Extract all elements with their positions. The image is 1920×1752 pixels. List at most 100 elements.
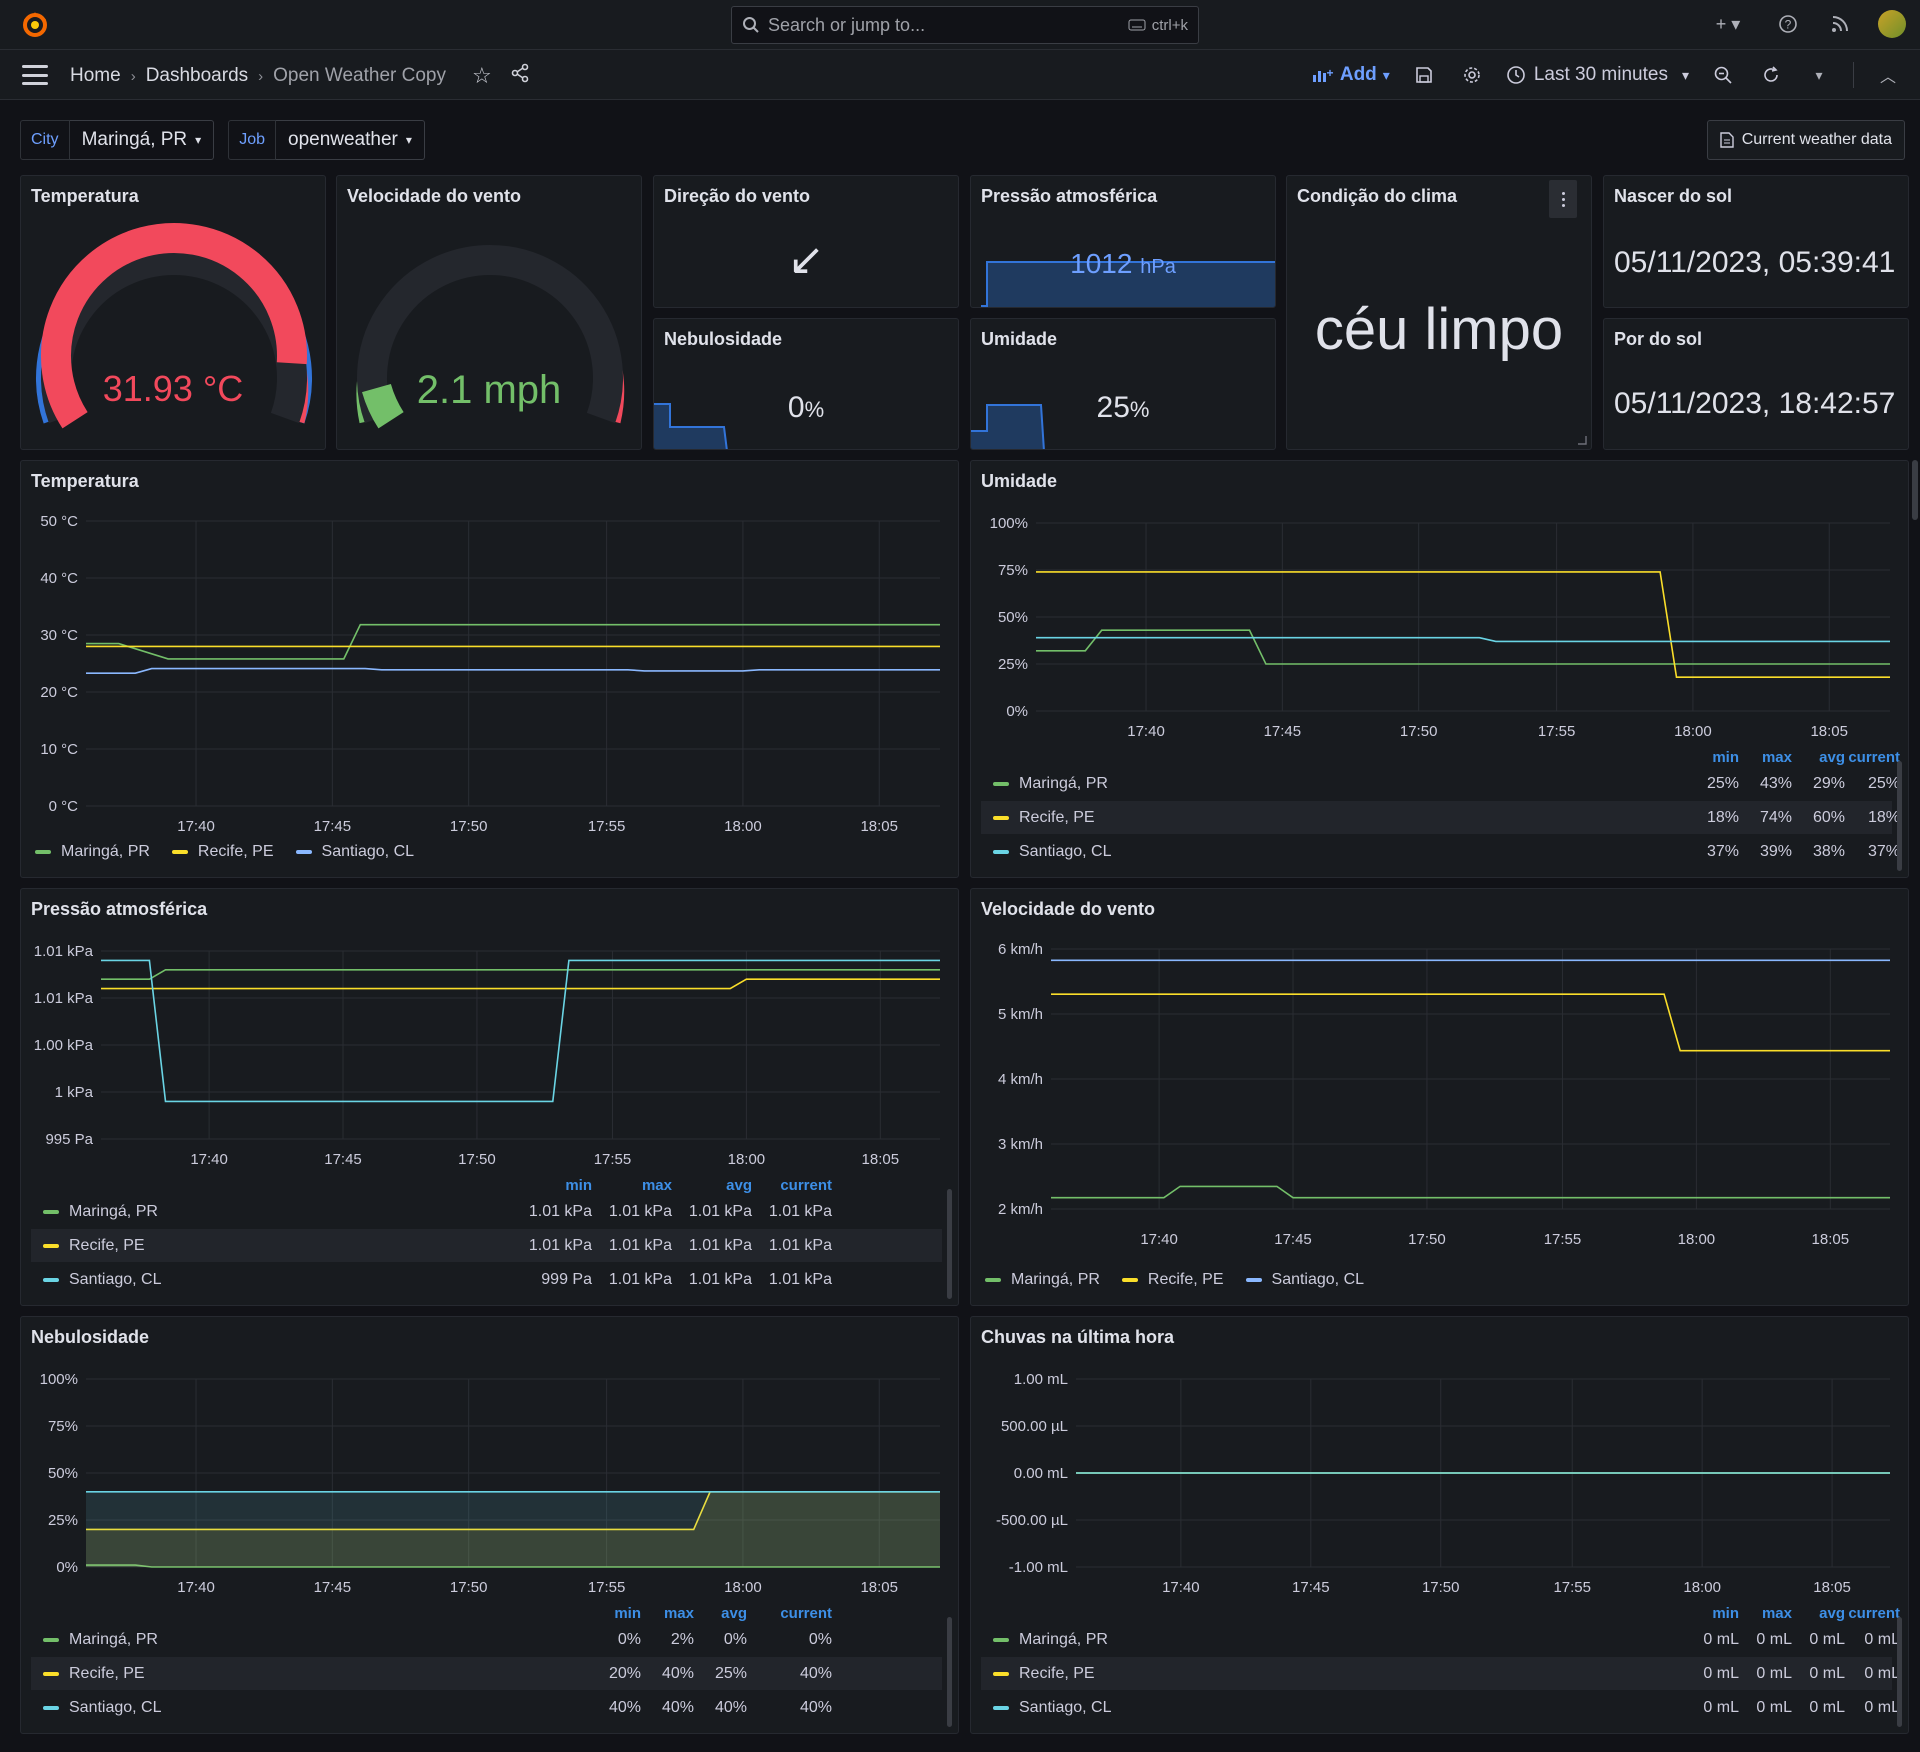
legend-value-avg: 60% — [1812, 808, 1845, 826]
sunset-value: 05/11/2023, 18:42:57 — [1614, 387, 1896, 420]
time-range-picker[interactable]: Last 30 minutes ▾ — [1506, 64, 1689, 86]
panel-title: Condição do clima — [1297, 186, 1458, 206]
legend-value-min: 40% — [608, 1698, 641, 1716]
panel-temperature-gauge[interactable]: Temperatura 31.93 °C — [20, 175, 326, 450]
share-icon[interactable] — [510, 63, 530, 89]
time-range-label: Last 30 minutes — [1533, 64, 1668, 85]
legend-swatch — [1245, 1278, 1262, 1282]
legend-item[interactable]: Recife, PE — [1121, 1271, 1224, 1289]
legend-table-row[interactable]: Santiago, CL 40% 40% 40% 40% — [31, 1691, 942, 1724]
panel-wind-direction[interactable]: Direção do vento ↙ — [653, 175, 959, 308]
legend-value-current: 1.01 kPa — [768, 1236, 832, 1254]
legend-scrollbar[interactable] — [1897, 1617, 1902, 1727]
legend-label: Recife, PE — [1147, 1271, 1224, 1288]
legend-column-header[interactable]: max — [1762, 1605, 1792, 1622]
page-scrollbar[interactable] — [1912, 460, 1918, 520]
add-button[interactable]: + Add ▾ — [1312, 64, 1390, 86]
legend-column-header[interactable]: min — [565, 1177, 592, 1194]
star-icon[interactable]: ☆ — [472, 63, 492, 89]
panel-temperature-chart[interactable]: Temperatura 50 °C 40 °C 30 °C 20 °C 10 °C 0 °… — [20, 460, 959, 878]
variable-city-select[interactable]: Maringá, PR ▾ — [69, 120, 215, 160]
legend-column-header[interactable]: min — [614, 1605, 641, 1622]
legend-table-row[interactable]: Santiago, CL 37% 39% 38% 37% — [981, 835, 1900, 868]
legend-column-header[interactable]: max — [642, 1177, 672, 1194]
svg-text:?: ? — [1785, 18, 1792, 32]
legend-item[interactable]: Recife, PE — [171, 843, 274, 861]
legend-table-row[interactable]: Santiago, CL 0 mL 0 mL 0 mL 0 mL — [981, 1691, 1900, 1724]
legend-scrollbar[interactable] — [947, 1189, 952, 1299]
menu-icon[interactable] — [22, 65, 48, 85]
panel-rain-chart[interactable]: Chuvas na última hora 1.00 mL 500.00 µL 0.… — [970, 1316, 1909, 1734]
legend-swatch — [35, 850, 51, 854]
collapse-chevron-up-icon[interactable]: ︿ — [1874, 61, 1902, 89]
refresh-interval-chevron-icon[interactable]: ▾ — [1805, 61, 1833, 89]
legend-column-header[interactable]: min — [1712, 749, 1739, 766]
refresh-icon[interactable] — [1757, 61, 1785, 89]
panel-wind-speed-gauge[interactable]: Velocidade do vento 2.1 mph — [336, 175, 642, 450]
legend-value-max: 39% — [1759, 842, 1792, 860]
legend-column-header[interactable]: max — [664, 1605, 694, 1622]
search-input[interactable]: Search or jump to... ctrl+k — [731, 6, 1199, 44]
zoom-out-icon[interactable] — [1709, 61, 1737, 89]
save-icon[interactable] — [1410, 61, 1438, 89]
new-plus-icon[interactable]: + ▾ — [1706, 10, 1750, 38]
panel-cloudiness-stat[interactable]: Nebulosidade 0% — [653, 318, 959, 450]
legend-column-header[interactable]: current — [1848, 749, 1900, 766]
legend-column-header[interactable]: avg — [721, 1605, 747, 1622]
add-panel-icon: + — [1312, 67, 1333, 82]
panel-sunrise[interactable]: Nascer do sol 05/11/2023, 05:39:41 — [1603, 175, 1909, 308]
legend-table-row[interactable]: Maringá, PR 0% 2% 0% 0% — [31, 1623, 942, 1656]
panel-cloudiness-chart[interactable]: Nebulosidade 100% 75% 50% 25% 0% 17:40 17:45 17… — [20, 1316, 959, 1734]
legend-table-row[interactable]: Maringá, PR 25% 43% 29% 25% — [981, 767, 1900, 800]
variable-job-select[interactable]: openweather ▾ — [276, 120, 425, 160]
legend-table-row[interactable]: Recife, PE 20% 40% 25% 40% — [31, 1657, 942, 1690]
legend-label: Maringá, PR — [1011, 1271, 1100, 1288]
panel-title: Nascer do sol — [1614, 186, 1733, 206]
variable-city-value: Maringá, PR — [81, 129, 188, 150]
grafana-logo-icon[interactable] — [20, 10, 50, 40]
panel-humidity-stat[interactable]: Umidade 25% — [970, 318, 1276, 450]
settings-gear-icon[interactable] — [1458, 61, 1486, 89]
panel-pressure-chart[interactable]: Pressão atmosférica 1.01 kPa 1.01 kPa 1.00… — [20, 888, 959, 1306]
legend-item[interactable]: Santiago, CL — [295, 843, 414, 861]
x-tick-label: 17:45 — [1274, 1231, 1312, 1248]
legend-column-header[interactable]: current — [1848, 1605, 1900, 1622]
legend-table-row[interactable]: Recife, PE 1.01 kPa 1.01 kPa 1.01 kPa 1.01 k… — [31, 1229, 942, 1262]
current-weather-link-button[interactable]: Current weather data — [1706, 120, 1905, 160]
legend-item[interactable]: Maringá, PR — [985, 1271, 1100, 1289]
variable-city: City Maringá, PR ▾ — [20, 120, 215, 160]
pressure-unit: hPa — [1140, 256, 1176, 278]
breadcrumb-dashboards[interactable]: Dashboards — [146, 65, 248, 87]
legend-scrollbar[interactable] — [1897, 761, 1902, 871]
legend-column-header[interactable]: avg — [1819, 749, 1845, 766]
cloudiness-value: 0 — [787, 391, 805, 424]
legend-table-row[interactable]: Recife, PE 0 mL 0 mL 0 mL 0 mL — [981, 1657, 1900, 1690]
legend-item[interactable]: Santiago, CL — [1245, 1271, 1364, 1289]
legend-table-row[interactable]: Santiago, CL 999 Pa 1.01 kPa 1.01 kPa 1.01 k… — [31, 1263, 942, 1296]
legend-scrollbar[interactable] — [947, 1617, 952, 1727]
panel-pressure-stat[interactable]: Pressão atmosférica 1012 hPa — [970, 175, 1276, 308]
panel-weather-condition[interactable]: Condição do clima céu limpo — [1286, 175, 1592, 450]
legend-table-row[interactable]: Maringá, PR 0 mL 0 mL 0 mL 0 mL — [981, 1623, 1900, 1656]
legend-column-header[interactable]: avg — [726, 1177, 752, 1194]
legend-column-header[interactable]: current — [780, 1605, 832, 1622]
panel-menu-icon[interactable] — [1549, 180, 1577, 218]
legend-column-header[interactable]: current — [780, 1177, 832, 1194]
x-tick-label: 18:05 — [1812, 1231, 1850, 1248]
x-tick-label: 17:45 — [314, 818, 352, 835]
legend-item[interactable]: Maringá, PR — [35, 843, 150, 861]
panel-humidity-chart[interactable]: Umidade 100% 75% 50% 25% 0% 17:40 17:45 17:50 17… — [970, 460, 1909, 878]
help-icon[interactable]: ? — [1774, 10, 1802, 38]
news-feed-icon[interactable] — [1826, 10, 1854, 38]
legend-column-header[interactable]: min — [1712, 1605, 1739, 1622]
legend-column-header[interactable]: max — [1762, 749, 1792, 766]
legend-table-row[interactable]: Maringá, PR 1.01 kPa 1.01 kPa 1.01 kPa 1.01 … — [31, 1195, 942, 1228]
legend-table-row[interactable]: Recife, PE 18% 74% 60% 18% — [981, 801, 1900, 834]
y-tick-label: 6 km/h — [998, 941, 1043, 958]
user-avatar[interactable] — [1878, 10, 1906, 38]
panel-sunset[interactable]: Por do sol 05/11/2023, 18:42:57 — [1603, 318, 1909, 450]
legend-column-header[interactable]: avg — [1819, 1605, 1845, 1622]
resize-handle-icon[interactable] — [1577, 435, 1587, 445]
breadcrumb-home[interactable]: Home — [70, 65, 121, 87]
panel-wind-speed-chart[interactable]: Velocidade do vento 6 km/h 5 km/h 4 km/h 3 … — [970, 888, 1909, 1306]
